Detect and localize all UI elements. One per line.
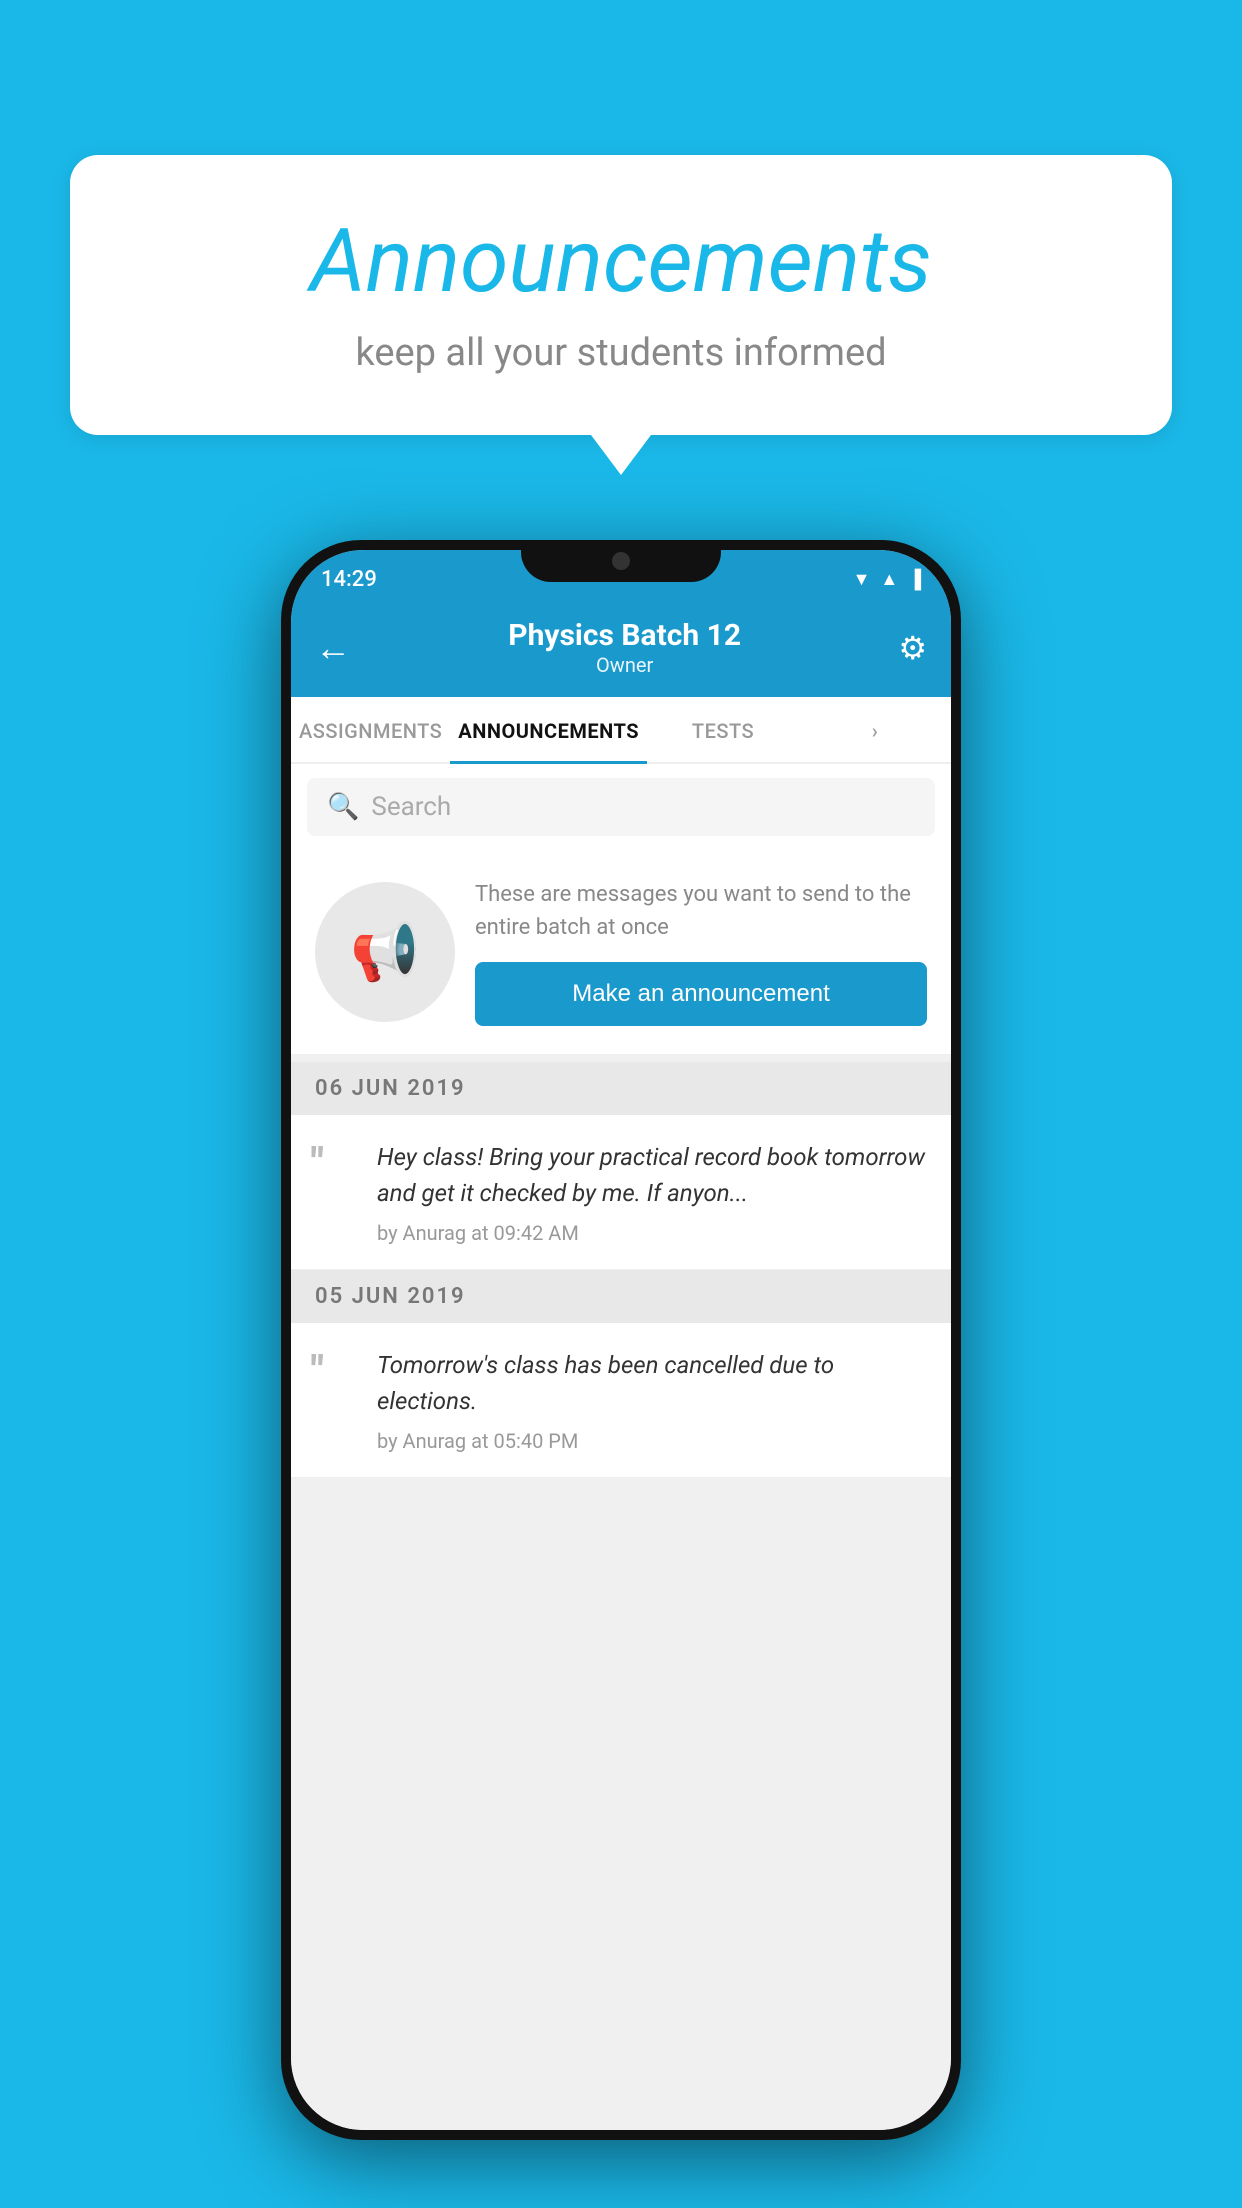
header-subtitle: Owner: [508, 653, 741, 677]
signal-icon: ▲: [880, 569, 898, 590]
status-time: 14:29: [321, 567, 377, 592]
date-separator-2: 05 JUN 2019: [291, 1270, 951, 1323]
announcement-text-2: Tomorrow's class has been cancelled due …: [377, 1347, 931, 1419]
bubble-subtitle: keep all your students informed: [130, 331, 1112, 375]
search-icon: 🔍: [327, 792, 359, 822]
announcement-meta-2: by Anurag at 05:40 PM: [377, 1429, 931, 1453]
promo-right: These are messages you want to send to t…: [475, 878, 927, 1026]
phone-screen: 14:29 ▼ ▲ ▐ ← Physics Batch 12 Owner ⚙ A…: [291, 550, 951, 2130]
app-header: ← Physics Batch 12 Owner ⚙: [291, 600, 951, 697]
announcement-content-1: Hey class! Bring your practical record b…: [377, 1139, 931, 1245]
tab-assignments[interactable]: ASSIGNMENTS: [291, 697, 450, 762]
announcement-item-1[interactable]: " Hey class! Bring your practical record…: [291, 1115, 951, 1270]
megaphone-icon: 📢: [350, 919, 420, 985]
header-title: Physics Batch 12: [508, 618, 741, 653]
search-placeholder: Search: [371, 792, 451, 822]
phone-mockup: 14:29 ▼ ▲ ▐ ← Physics Batch 12 Owner ⚙ A…: [281, 540, 961, 2140]
content-area: 🔍 Search 📢 These are messages you want t…: [291, 764, 951, 2130]
header-center: Physics Batch 12 Owner: [508, 618, 741, 677]
make-announcement-button[interactable]: Make an announcement: [475, 962, 927, 1026]
tab-announcements[interactable]: ANNOUNCEMENTS: [450, 697, 647, 764]
date-separator-1: 06 JUN 2019: [291, 1062, 951, 1115]
screen-content: 14:29 ▼ ▲ ▐ ← Physics Batch 12 Owner ⚙ A…: [291, 550, 951, 2130]
tab-more[interactable]: ›: [799, 697, 951, 762]
settings-icon[interactable]: ⚙: [898, 629, 927, 667]
back-button[interactable]: ←: [315, 627, 351, 669]
announcement-text-1: Hey class! Bring your practical record b…: [377, 1139, 931, 1211]
phone-notch: [521, 540, 721, 582]
announcement-promo: 📢 These are messages you want to send to…: [291, 850, 951, 1054]
speech-bubble-card: Announcements keep all your students inf…: [70, 155, 1172, 435]
status-icons: ▼ ▲ ▐: [853, 569, 921, 590]
speech-bubble-arrow: [591, 435, 651, 475]
announcement-meta-1: by Anurag at 09:42 AM: [377, 1221, 931, 1245]
announcement-content-2: Tomorrow's class has been cancelled due …: [377, 1347, 931, 1453]
wifi-icon: ▼: [853, 569, 871, 590]
promo-description: These are messages you want to send to t…: [475, 878, 927, 944]
megaphone-circle: 📢: [315, 882, 455, 1022]
announcement-item-2[interactable]: " Tomorrow's class has been cancelled du…: [291, 1323, 951, 1478]
tab-tests[interactable]: TESTS: [647, 697, 799, 762]
speech-bubble-section: Announcements keep all your students inf…: [70, 155, 1172, 475]
tabs-bar: ASSIGNMENTS ANNOUNCEMENTS TESTS ›: [291, 697, 951, 764]
camera: [612, 552, 630, 570]
search-bar[interactable]: 🔍 Search: [307, 778, 935, 836]
quote-icon-2: ": [311, 1351, 361, 1391]
battery-icon: ▐: [908, 569, 921, 590]
quote-icon-1: ": [311, 1143, 361, 1183]
bubble-title: Announcements: [130, 210, 1112, 313]
search-container: 🔍 Search: [291, 764, 951, 850]
